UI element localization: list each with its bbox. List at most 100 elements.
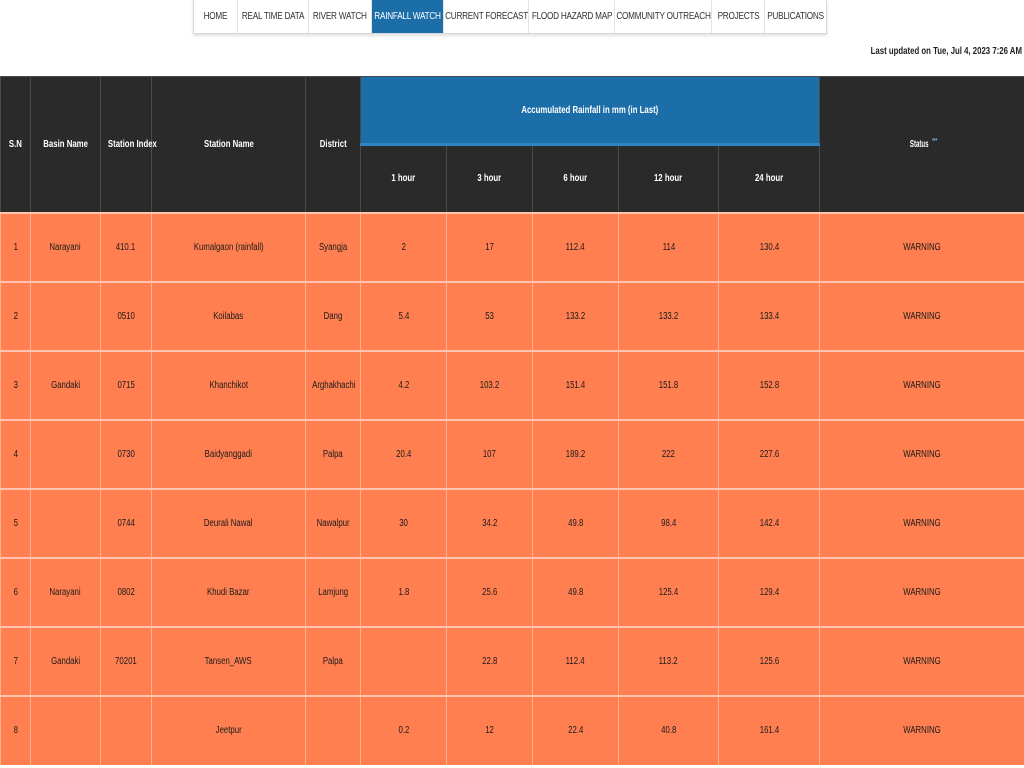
cell-1-hour: 0.2 [360,694,447,765]
cell-station-name: Khanchikot [151,349,306,420]
cell-station-name: Baidyanggadi [151,418,306,489]
cell-status: WARNING [819,418,1024,489]
cell-3-hour: 53 [446,280,533,351]
cell-station-index: 0744 [100,487,152,558]
header-12-hour: 12 hour [618,144,719,213]
nav-item-label: CURRENT FORECAST [444,11,528,22]
header-status: Status *** [819,76,1024,213]
cell-sn: 8 [0,694,31,765]
cell-24-hour: 227.6 [717,418,821,489]
table-row: 3 Gandaki 0715 Khanchikot Arghakhachi 4.2 103.… [0,349,1024,420]
cell-sn: 5 [0,487,31,558]
cell-basin-name [30,418,101,489]
nav-item-rainfall-watch[interactable]: RAINFALL WATCH [372,0,445,33]
cell-status: WARNING [819,625,1024,696]
nav-item-label: COMMUNITY OUTREACH [615,11,711,22]
cell-district: Palpa [305,418,361,489]
nav-item-river-watch[interactable]: RIVER WATCH [309,0,373,33]
cell-1-hour: 5.4 [360,280,447,351]
cell-station-name: Deurali Nawal [151,487,306,558]
cell-basin-name [30,280,101,351]
cell-24-hour: 129.4 [717,556,821,627]
cell-3-hour: 17 [446,211,533,282]
table-row: 6 Narayani 0802 Khudi Bazar Lamjung 1.8 25.6 49… [0,556,1024,627]
cell-station-index: 0715 [100,349,152,420]
cell-district: Arghakhachi [305,349,361,420]
cell-station-name: Tansen_AWS [151,625,306,696]
header-station-index: Station Index [100,76,157,213]
cell-district: Dang [305,280,361,351]
cell-sn: 6 [0,556,31,627]
cell-24-hour: 152.8 [717,349,821,420]
cell-12-hour: 113.2 [618,625,719,696]
header-1-hour: 1 hour [360,144,447,213]
cell-status: WARNING [819,211,1024,282]
cell-station-index: 0802 [100,556,152,627]
nav-item-label: HOME [203,11,228,22]
cell-district: Lamjung [305,556,361,627]
cell-6-hour: 189.2 [532,418,619,489]
table-row: 8 Jeetpur 0.2 12 22.4 40.8 161.4 WARNING [0,694,1024,765]
cell-station-name: Kumalgaon (rainfall) [151,211,306,282]
cell-station-index: 0730 [100,418,152,489]
cell-status: WARNING [819,694,1024,765]
cell-sn: 7 [0,625,31,696]
nav-item-current-forecast[interactable]: CURRENT FORECAST [444,0,530,33]
nav-item-label: PUBLICATIONS [767,11,824,22]
cell-district [305,694,361,765]
table-row: 1 Narayani 410.1 Kumalgaon (rainfall) Syangj… [0,211,1024,282]
cell-basin-name: Narayani [30,211,101,282]
cell-station-index: 0510 [100,280,152,351]
cell-status: WARNING [819,487,1024,558]
cell-24-hour: 161.4 [717,694,821,765]
cell-sn: 2 [0,280,31,351]
cell-6-hour: 49.8 [532,487,619,558]
cell-12-hour: 98.4 [618,487,719,558]
cell-district: Syangja [305,211,361,282]
cell-6-hour: 22.4 [532,694,619,765]
cell-sn: 1 [0,211,31,282]
cell-district: Nawalpur [305,487,361,558]
nav-item-home[interactable]: HOME [194,0,239,33]
cell-sn: 3 [0,349,31,420]
main-navigation: HOME REAL TIME DATA RIVER WATCH RAINFALL WA… [193,0,827,34]
nav-item-label: RIVER WATCH [313,11,367,22]
cell-station-index: 70201 [100,625,152,696]
cell-24-hour: 130.4 [717,211,821,282]
cell-24-hour: 133.4 [717,280,821,351]
cell-6-hour: 49.8 [532,556,619,627]
cell-12-hour: 222 [618,418,719,489]
nav-item-flood-hazard-map[interactable]: FLOOD HAZARD MAP [529,0,616,33]
cell-3-hour: 103.2 [446,349,533,420]
cell-station-index [100,694,152,765]
cell-3-hour: 12 [446,694,533,765]
last-updated-text: Last updated on Tue, Jul 4, 2023 7:26 AM [870,46,1022,57]
header-6-hour: 6 hour [532,144,619,213]
cell-basin-name: Narayani [30,556,101,627]
header-basin-name: Basin Name [30,76,101,213]
nav-item-real-time-data[interactable]: REAL TIME DATA [238,0,310,33]
table-row: 2 0510 Koilabas Dang 5.4 53 133.2 133.2 133.4 WAR… [0,280,1024,351]
cell-3-hour: 107 [446,418,533,489]
cell-basin-name [30,487,101,558]
status-info-marker: *** [931,138,937,146]
cell-24-hour: 142.4 [717,487,821,558]
cell-basin-name: Gandaki [30,625,101,696]
cell-1-hour [360,625,447,696]
cell-district: Palpa [305,625,361,696]
cell-station-name: Khudi Bazar [151,556,306,627]
cell-status: WARNING [819,280,1024,351]
cell-6-hour: 151.4 [532,349,619,420]
nav-item-publications[interactable]: PUBLICATIONS [765,0,826,33]
cell-1-hour: 20.4 [360,418,447,489]
cell-status: WARNING [819,556,1024,627]
nav-item-label: REAL TIME DATA [241,11,305,22]
cell-3-hour: 25.6 [446,556,533,627]
nav-item-projects[interactable]: PROJECTS [712,0,765,33]
cell-basin-name: Gandaki [30,349,101,420]
header-station-name: Station Name [151,76,306,213]
nav-item-community-outreach[interactable]: COMMUNITY OUTREACH [615,0,713,33]
cell-3-hour: 34.2 [446,487,533,558]
header-district: District [305,76,361,213]
nav-item-label: RAINFALL WATCH [374,11,441,22]
